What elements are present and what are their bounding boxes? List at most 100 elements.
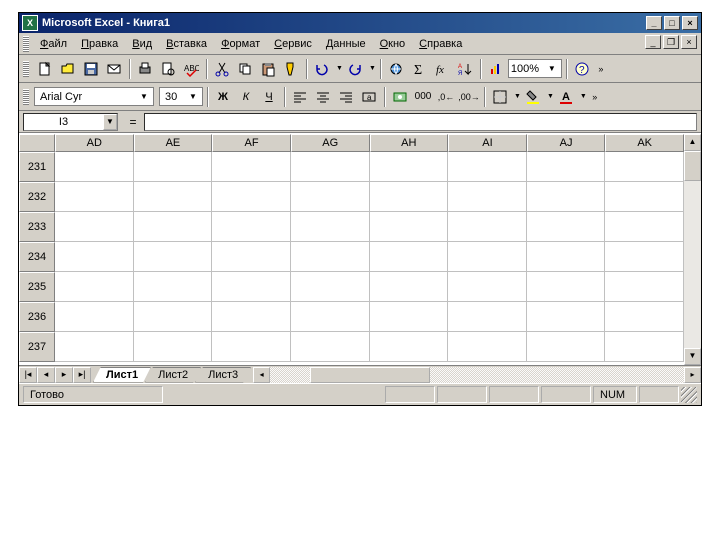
tab-next-button[interactable]: ▸ <box>55 367 73 383</box>
mdi-close-button[interactable]: × <box>681 35 697 49</box>
column-header[interactable]: AI <box>448 134 527 152</box>
row-header[interactable]: 233 <box>19 212 55 242</box>
hscroll-thumb[interactable] <box>310 367 430 383</box>
toolbar-handle[interactable] <box>23 61 29 77</box>
align-right-icon[interactable] <box>335 86 357 108</box>
cell[interactable] <box>55 272 134 302</box>
close-button[interactable]: × <box>682 16 698 30</box>
mdi-minimize-button[interactable]: _ <box>645 35 661 49</box>
spellcheck-icon[interactable]: ABC <box>180 58 202 80</box>
row-header[interactable]: 236 <box>19 302 55 332</box>
italic-button[interactable]: К <box>235 86 257 108</box>
cell[interactable] <box>212 182 291 212</box>
undo-icon[interactable] <box>311 58 333 80</box>
toolbar2-overflow-icon[interactable]: » <box>588 86 602 108</box>
help-icon[interactable]: ? <box>571 58 593 80</box>
align-left-icon[interactable] <box>289 86 311 108</box>
cell[interactable] <box>527 152 606 182</box>
column-header[interactable]: AE <box>134 134 213 152</box>
cell[interactable] <box>605 212 684 242</box>
cell[interactable] <box>370 152 449 182</box>
vertical-scrollbar[interactable]: ▲ ▼ <box>684 134 701 365</box>
cell[interactable] <box>527 212 606 242</box>
cell[interactable] <box>605 152 684 182</box>
menu-вставка[interactable]: Вставка <box>159 36 214 52</box>
cell[interactable] <box>291 242 370 272</box>
underline-button[interactable]: Ч <box>258 86 280 108</box>
cell[interactable] <box>527 182 606 212</box>
name-box[interactable]: I3 ▼ <box>23 113 118 131</box>
fill-color-icon[interactable] <box>522 86 544 108</box>
cell[interactable] <box>605 242 684 272</box>
cell[interactable] <box>370 302 449 332</box>
column-header[interactable]: AK <box>605 134 684 152</box>
font-size-combo[interactable]: 30▼ <box>159 87 203 106</box>
decrease-decimal-icon[interactable]: ,00→ <box>458 86 480 108</box>
menu-формат[interactable]: Формат <box>214 36 267 52</box>
undo-dropdown[interactable]: ▼ <box>336 65 343 72</box>
column-header[interactable]: AJ <box>527 134 606 152</box>
cell[interactable] <box>55 302 134 332</box>
toolbar2-handle[interactable] <box>23 89 29 105</box>
cell[interactable] <box>448 182 527 212</box>
cell[interactable] <box>448 302 527 332</box>
name-box-dropdown[interactable]: ▼ <box>103 114 117 130</box>
cell[interactable] <box>527 242 606 272</box>
copy-icon[interactable] <box>234 58 256 80</box>
minimize-button[interactable]: _ <box>646 16 662 30</box>
currency-icon[interactable] <box>389 86 411 108</box>
cell[interactable] <box>291 182 370 212</box>
cell[interactable] <box>370 182 449 212</box>
cell[interactable] <box>212 332 291 362</box>
scroll-up-button[interactable]: ▲ <box>684 134 701 151</box>
cell[interactable] <box>55 182 134 212</box>
cell[interactable] <box>55 332 134 362</box>
cell[interactable] <box>134 302 213 332</box>
paste-icon[interactable] <box>257 58 279 80</box>
cell[interactable] <box>134 212 213 242</box>
print-preview-icon[interactable] <box>157 58 179 80</box>
cell[interactable] <box>370 332 449 362</box>
cell[interactable] <box>448 272 527 302</box>
email-icon[interactable] <box>103 58 125 80</box>
cell[interactable] <box>134 182 213 212</box>
horizontal-scrollbar[interactable]: ◂ ▸ <box>253 367 701 383</box>
cell[interactable] <box>55 242 134 272</box>
column-header[interactable]: AF <box>212 134 291 152</box>
cell[interactable] <box>448 152 527 182</box>
borders-icon[interactable] <box>489 86 511 108</box>
titlebar[interactable]: X Microsoft Excel - Книга1 _ □ × <box>19 13 701 33</box>
cut-icon[interactable] <box>211 58 233 80</box>
increase-decimal-icon[interactable]: ,0← <box>435 86 457 108</box>
cell[interactable] <box>605 302 684 332</box>
cell[interactable] <box>605 272 684 302</box>
cell[interactable] <box>527 272 606 302</box>
menu-данные[interactable]: Данные <box>319 36 373 52</box>
align-center-icon[interactable] <box>312 86 334 108</box>
resize-grip[interactable] <box>681 387 697 403</box>
column-header[interactable]: AH <box>370 134 449 152</box>
zoom-combo[interactable]: 100%▼ <box>508 59 562 78</box>
tab-last-button[interactable]: ▸| <box>73 367 91 383</box>
cell[interactable] <box>370 272 449 302</box>
menu-окно[interactable]: Окно <box>373 36 413 52</box>
font-color-dropdown[interactable]: ▼ <box>580 93 587 100</box>
comma-style-icon[interactable]: 000 <box>412 86 434 108</box>
sheet-tab[interactable]: Лист1 <box>93 367 151 383</box>
cell[interactable] <box>527 302 606 332</box>
row-header[interactable]: 237 <box>19 332 55 362</box>
cell[interactable] <box>448 212 527 242</box>
menu-справка[interactable]: Справка <box>412 36 469 52</box>
column-header[interactable]: AD <box>55 134 134 152</box>
cell[interactable] <box>134 242 213 272</box>
bold-button[interactable]: Ж <box>212 86 234 108</box>
merge-center-icon[interactable]: a <box>358 86 380 108</box>
font-combo[interactable]: Arial Cyr▼ <box>34 87 154 106</box>
cell[interactable] <box>134 332 213 362</box>
cell[interactable] <box>212 272 291 302</box>
cell[interactable] <box>527 332 606 362</box>
cell[interactable] <box>134 272 213 302</box>
cell[interactable] <box>291 272 370 302</box>
fill-color-dropdown[interactable]: ▼ <box>547 93 554 100</box>
sort-asc-icon[interactable]: АЯ <box>454 58 476 80</box>
